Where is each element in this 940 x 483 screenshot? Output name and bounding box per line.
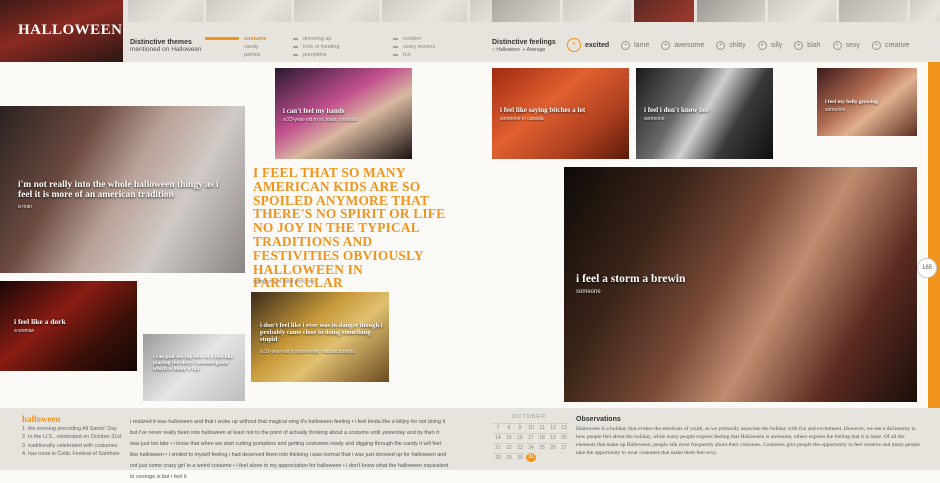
calendar-day: 29 — [504, 453, 514, 462]
photo-subcaption: someone — [576, 289, 601, 295]
photo-caption: i feel like saying bitches a lot — [500, 106, 586, 114]
observations-text: Halloween is a holiday that evokes the e… — [576, 426, 920, 456]
theme-item[interactable]: scary movies — [393, 43, 435, 51]
observations-title: Observations — [576, 416, 621, 423]
photo-caption: i don't feel like i ever was in danger t… — [260, 322, 383, 344]
feelings-label: Distinctive feelings ○ Halloween + Avera… — [492, 39, 556, 53]
photo-caption: i can't feel my hands — [283, 107, 345, 115]
theme-item[interactable]: parties — [205, 51, 267, 59]
thumbnail-strip-left — [128, 0, 535, 22]
circle-icon: + — [716, 40, 726, 50]
photo-subcaption: a woman — [14, 328, 35, 334]
calendar: OCTOBER 7 8 9 10 11 12 13 14 15 16 17 18 19 20 21 22 23 2… — [493, 414, 569, 462]
photo-caption: i feel a storm a brewin — [576, 273, 686, 285]
observations: Observations Halloween is a holiday that… — [576, 416, 921, 457]
circle-icon: • — [621, 40, 631, 50]
calendar-grid: 7 8 9 10 11 12 13 14 15 16 17 18 19 20 21 22 23 24 25 26 27 2… — [493, 423, 569, 462]
feeling-stories: i realized it was halloween and that i w… — [130, 419, 449, 480]
photo-card[interactable]: i can pull the top bow of a feel like pl… — [143, 334, 245, 401]
title-photo: HALLOWEEN — [0, 0, 123, 62]
feeling-sexy[interactable]: • sexy — [832, 38, 860, 52]
calendar-day: 13 — [559, 423, 569, 432]
calendar-day: 16 — [515, 433, 525, 442]
circle-icon: • — [871, 40, 881, 50]
page-edge-accent — [928, 62, 940, 408]
circle-icon: + — [794, 40, 804, 50]
footer-title: halloween — [22, 414, 61, 424]
themes-label: Distinctive themes mentioned on Hallowee… — [130, 39, 202, 53]
themes-col-2: dressing up trick or treating pumpkins — [293, 35, 339, 59]
page-number: 165 — [917, 258, 937, 278]
theme-item[interactable]: pumpkins — [293, 51, 339, 59]
photo-subcaption: a man — [18, 204, 32, 210]
photo-card[interactable]: i feel my belly growing someone — [817, 68, 917, 136]
theme-item[interactable]: costume — [205, 35, 267, 43]
theme-item[interactable]: october — [393, 35, 435, 43]
photo-card-large[interactable]: i feel a storm a brewin someone — [564, 167, 917, 402]
photo-caption: i'm not really into the whole halloween … — [18, 180, 219, 201]
themes-col-3: october scary movies fun — [393, 35, 435, 59]
calendar-day: 17 — [526, 433, 536, 442]
calendar-day: 25 — [537, 443, 547, 452]
calendar-day: 19 — [548, 433, 558, 442]
calendar-day: 23 — [515, 443, 525, 452]
photo-card[interactable]: i don't feel like i ever was in danger t… — [251, 292, 389, 382]
photo-caption: i feel i don't know her — [644, 106, 710, 114]
circle-icon: • — [832, 40, 842, 50]
calendar-day: 9 — [515, 423, 525, 432]
calendar-day: 12 — [548, 423, 558, 432]
calendar-day: 21 — [493, 443, 503, 452]
feeling-creative[interactable]: • creative — [871, 38, 909, 52]
calendar-day: 24 — [526, 443, 536, 452]
photo-subcaption: someone in canada — [500, 116, 544, 122]
photo-subcaption: someone — [644, 116, 665, 122]
photo-subcaption: a 23-year-old in st. louis, missouri — [283, 117, 358, 123]
photo-card[interactable]: i feel like a dork a woman — [0, 281, 137, 371]
photo-subcaption: someone — [825, 107, 846, 113]
photo-card[interactable]: i'm not really into the whole halloween … — [0, 106, 245, 273]
feeling-shitty[interactable]: + shitty — [716, 38, 746, 52]
feeling-silly[interactable]: + silly — [757, 38, 782, 52]
feelings-list: • excited • lame + awesome + shitty + silly +… — [567, 38, 909, 52]
feeling-excited[interactable]: • excited — [567, 38, 609, 52]
photo-card[interactable]: i can't feel my hands a 23-year-old in s… — [275, 68, 412, 159]
calendar-day: 31 — [526, 453, 536, 462]
theme-item[interactable]: trick or treating — [293, 43, 339, 51]
calendar-day: 27 — [559, 443, 569, 452]
calendar-day: 8 — [504, 423, 514, 432]
calendar-day: 30 — [515, 453, 525, 462]
calendar-day: 11 — [537, 423, 547, 432]
calendar-day: 18 — [537, 433, 547, 442]
calendar-day: 26 — [548, 443, 558, 452]
photo-card[interactable]: i feel i don't know her someone — [636, 68, 773, 159]
theme-item[interactable]: dressing up — [293, 35, 339, 43]
calendar-day: 22 — [504, 443, 514, 452]
calendar-day: 7 — [493, 423, 503, 432]
featured-quote: I FEEL THAT SO MANY AMERICAN KIDS ARE SO… — [253, 165, 446, 291]
circle-icon: + — [757, 40, 767, 50]
circle-icon: • — [567, 38, 581, 52]
calendar-month: OCTOBER — [511, 414, 547, 420]
photo-caption: i can pull the top bow of a feel like pl… — [153, 354, 234, 373]
calendar-day: 15 — [504, 433, 514, 442]
thumbnail-strip-right — [492, 0, 940, 22]
photo-caption: i feel my belly growing — [825, 99, 879, 105]
photo-subcaption: a 31-year-old in somerville, massachuset… — [260, 349, 355, 355]
theme-item[interactable]: fun — [393, 51, 435, 59]
definition-list: 1. the evening preceding All Saints' Day… — [22, 426, 122, 457]
calendar-day: 10 — [526, 423, 536, 432]
theme-item[interactable]: candy — [205, 43, 267, 51]
themes-col-1: costume candy parties — [205, 35, 267, 59]
feeling-blah[interactable]: + blah — [794, 38, 821, 52]
calendar-day: 14 — [493, 433, 503, 442]
calendar-day: 20 — [559, 433, 569, 442]
feeling-lame[interactable]: • lame — [621, 38, 649, 52]
photo-card[interactable]: i feel like saying bitches a lot someone… — [492, 68, 629, 159]
quote-attribution: someone in new york city — [253, 279, 315, 285]
circle-icon: + — [661, 40, 671, 50]
feeling-awesome[interactable]: + awesome — [661, 38, 704, 52]
calendar-day: 28 — [493, 453, 503, 462]
photo-caption: i feel like a dork — [14, 317, 66, 326]
page-title: HALLOWEEN — [18, 22, 123, 38]
